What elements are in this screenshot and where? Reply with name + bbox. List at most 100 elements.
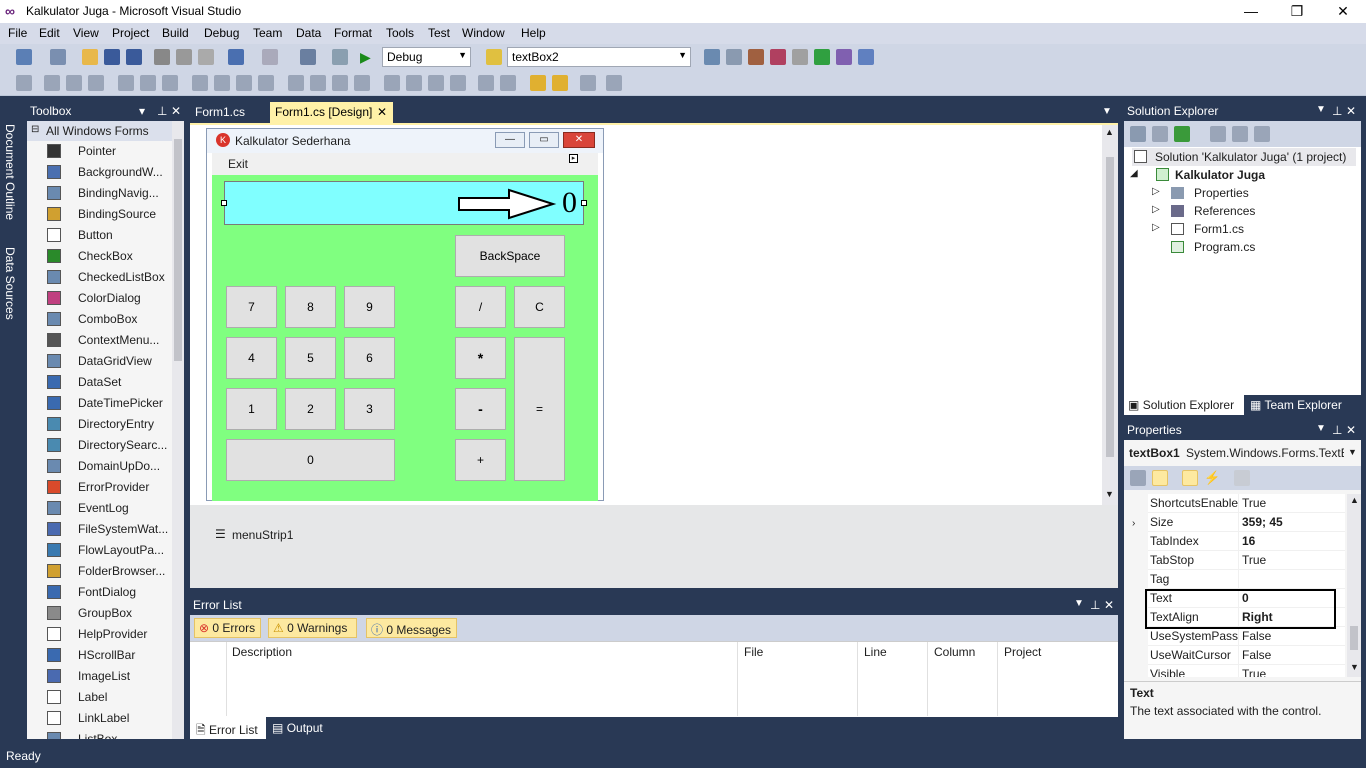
center-vertically-icon[interactable] — [500, 75, 516, 91]
bring-to-front-icon[interactable] — [530, 75, 546, 91]
toolbox-item[interactable]: ImageList — [27, 666, 167, 687]
alphabetical-icon[interactable] — [1152, 470, 1168, 486]
property-value[interactable]: True — [1242, 667, 1266, 677]
align-lefts-icon[interactable] — [44, 75, 60, 91]
menu-team[interactable]: Team — [253, 26, 282, 40]
tree-program-node[interactable]: Program.cs — [1152, 238, 1352, 256]
property-pages-icon[interactable] — [1234, 470, 1250, 486]
side-tab-document-outline[interactable]: Document Outline — [3, 124, 17, 224]
close-panel-icon[interactable]: ✕ — [1104, 598, 1114, 612]
toolbox-item[interactable]: DataGridView — [27, 351, 167, 372]
dropdown-icon[interactable]: ▼ — [1074, 598, 1084, 609]
property-value[interactable]: 16 — [1242, 534, 1255, 548]
form-minimize-button[interactable]: — — [495, 132, 525, 148]
tree-properties-node[interactable]: ▷ Properties — [1152, 184, 1352, 202]
property-row[interactable]: Visible True — [1148, 665, 1345, 677]
center-horizontally-icon[interactable] — [478, 75, 494, 91]
make-same-height-icon[interactable] — [236, 75, 252, 91]
solution-configuration-combo[interactable]: Debug ▼ — [382, 47, 471, 67]
form-close-button[interactable]: ✕ — [563, 132, 595, 148]
output-icon[interactable] — [814, 49, 830, 65]
properties-scrollbar[interactable]: ▲ ▼ — [1347, 494, 1361, 677]
form-menu-exit[interactable]: Exit — [228, 157, 248, 171]
messages-filter-button[interactable]: ⓘ 0 Messages — [366, 618, 457, 638]
toolbox-item[interactable]: BindingNavig... — [27, 183, 167, 204]
align-to-grid-icon[interactable] — [16, 75, 32, 91]
toolbox-item[interactable]: Pointer — [27, 141, 167, 162]
scroll-up-icon[interactable]: ▲ — [1105, 127, 1114, 137]
dropdown-icon[interactable]: ▼ — [1316, 423, 1326, 434]
decrease-vspacing-icon[interactable] — [428, 75, 444, 91]
digit-9-button[interactable]: 9 — [344, 286, 395, 328]
expand-size-icon[interactable]: › — [1132, 518, 1135, 529]
toolbox-item[interactable]: CheckedListBox — [27, 267, 167, 288]
redo-icon[interactable] — [262, 49, 278, 65]
properties-scroll-thumb[interactable] — [1350, 626, 1358, 650]
cut-icon[interactable] — [154, 49, 170, 65]
menu-data[interactable]: Data — [296, 26, 321, 40]
digit-7-button[interactable]: 7 — [226, 286, 277, 328]
multiply-button[interactable]: * — [455, 337, 506, 379]
refresh-icon[interactable] — [1174, 126, 1190, 142]
properties-icon[interactable] — [726, 49, 742, 65]
column-file[interactable]: File — [744, 645, 763, 659]
toolbox-item[interactable]: FlowLayoutPa... — [27, 540, 167, 561]
toolbox-item[interactable]: GroupBox — [27, 603, 167, 624]
property-row[interactable]: Size 359; 45 — [1148, 513, 1345, 532]
toolbox-item[interactable]: CheckBox — [27, 246, 167, 267]
undo-icon[interactable] — [228, 49, 244, 65]
window-layout-icon[interactable] — [858, 49, 874, 65]
property-row[interactable]: TabStop True — [1148, 551, 1345, 570]
make-same-width-icon[interactable] — [192, 75, 208, 91]
digit-2-button[interactable]: 2 — [285, 388, 336, 430]
column-line[interactable]: Line — [864, 645, 887, 659]
form-maximize-button[interactable]: ▭ — [529, 132, 559, 148]
digit-1-button[interactable]: 1 — [226, 388, 277, 430]
menu-tools[interactable]: Tools — [386, 26, 414, 40]
make-same-size-icon[interactable] — [258, 75, 274, 91]
property-row[interactable]: TabIndex 16 — [1148, 532, 1345, 551]
tree-project-node[interactable]: Kalkulator Juga — [1144, 166, 1344, 184]
property-row[interactable]: ShortcutsEnabled True — [1148, 494, 1345, 513]
toolbox-item[interactable]: Label — [27, 687, 167, 708]
scroll-down-icon[interactable]: ▼ — [1105, 489, 1114, 499]
toolbox-item[interactable]: DomainUpDo... — [27, 456, 167, 477]
tab-error-list[interactable]: 🗎 Error List — [190, 717, 266, 739]
calculator-display[interactable]: 0 — [221, 181, 587, 225]
dropdown-icon[interactable]: ▼ — [1316, 104, 1326, 115]
tree-references-node[interactable]: ▷ References — [1152, 202, 1352, 220]
align-middles-icon[interactable] — [140, 75, 156, 91]
align-centers-icon[interactable] — [66, 75, 82, 91]
pin-icon[interactable]: ▾ — [139, 104, 145, 118]
toolbox-item[interactable]: FileSystemWat... — [27, 519, 168, 540]
menu-project[interactable]: Project — [112, 26, 149, 40]
vertical-spacing-icon[interactable] — [384, 75, 400, 91]
scroll-up-icon[interactable]: ▲ — [1350, 495, 1359, 505]
horizontal-spacing-icon[interactable] — [288, 75, 304, 91]
property-row[interactable]: UseSystemPasswordChar False — [1148, 627, 1345, 646]
copy-icon[interactable] — [176, 49, 192, 65]
object-browser-icon[interactable] — [748, 49, 764, 65]
resize-handle[interactable] — [221, 200, 227, 206]
digit-4-button[interactable]: 4 — [226, 337, 277, 379]
property-value[interactable]: True — [1242, 553, 1266, 567]
properties-view-icon[interactable] — [1182, 470, 1198, 486]
tab-order-icon[interactable] — [580, 75, 596, 91]
toolbox-item[interactable]: DirectoryEntry — [27, 414, 167, 435]
show-all-files-icon[interactable] — [1152, 126, 1168, 142]
divide-button[interactable]: / — [455, 286, 506, 328]
increase-spacing-icon[interactable] — [310, 75, 326, 91]
resize-handle[interactable] — [581, 200, 587, 206]
object-selector[interactable]: textBox1 System.Windows.Forms.TextB ▼ — [1124, 443, 1361, 464]
solution-explorer-icon[interactable] — [704, 49, 720, 65]
tab-solution-explorer[interactable]: ▣ Solution Explorer — [1124, 395, 1244, 415]
paste-icon[interactable] — [198, 49, 214, 65]
scroll-down-icon[interactable]: ▼ — [1350, 662, 1359, 672]
column-description[interactable]: Description — [232, 645, 292, 659]
backspace-button[interactable]: BackSpace — [455, 235, 565, 277]
find-icon[interactable] — [486, 49, 502, 65]
toolbox-item[interactable]: FolderBrowser... — [27, 561, 167, 582]
side-tab-data-sources[interactable]: Data Sources — [3, 247, 17, 327]
warnings-filter-button[interactable]: ⚠ 0 Warnings — [268, 618, 357, 638]
extension-manager-icon[interactable] — [792, 49, 808, 65]
